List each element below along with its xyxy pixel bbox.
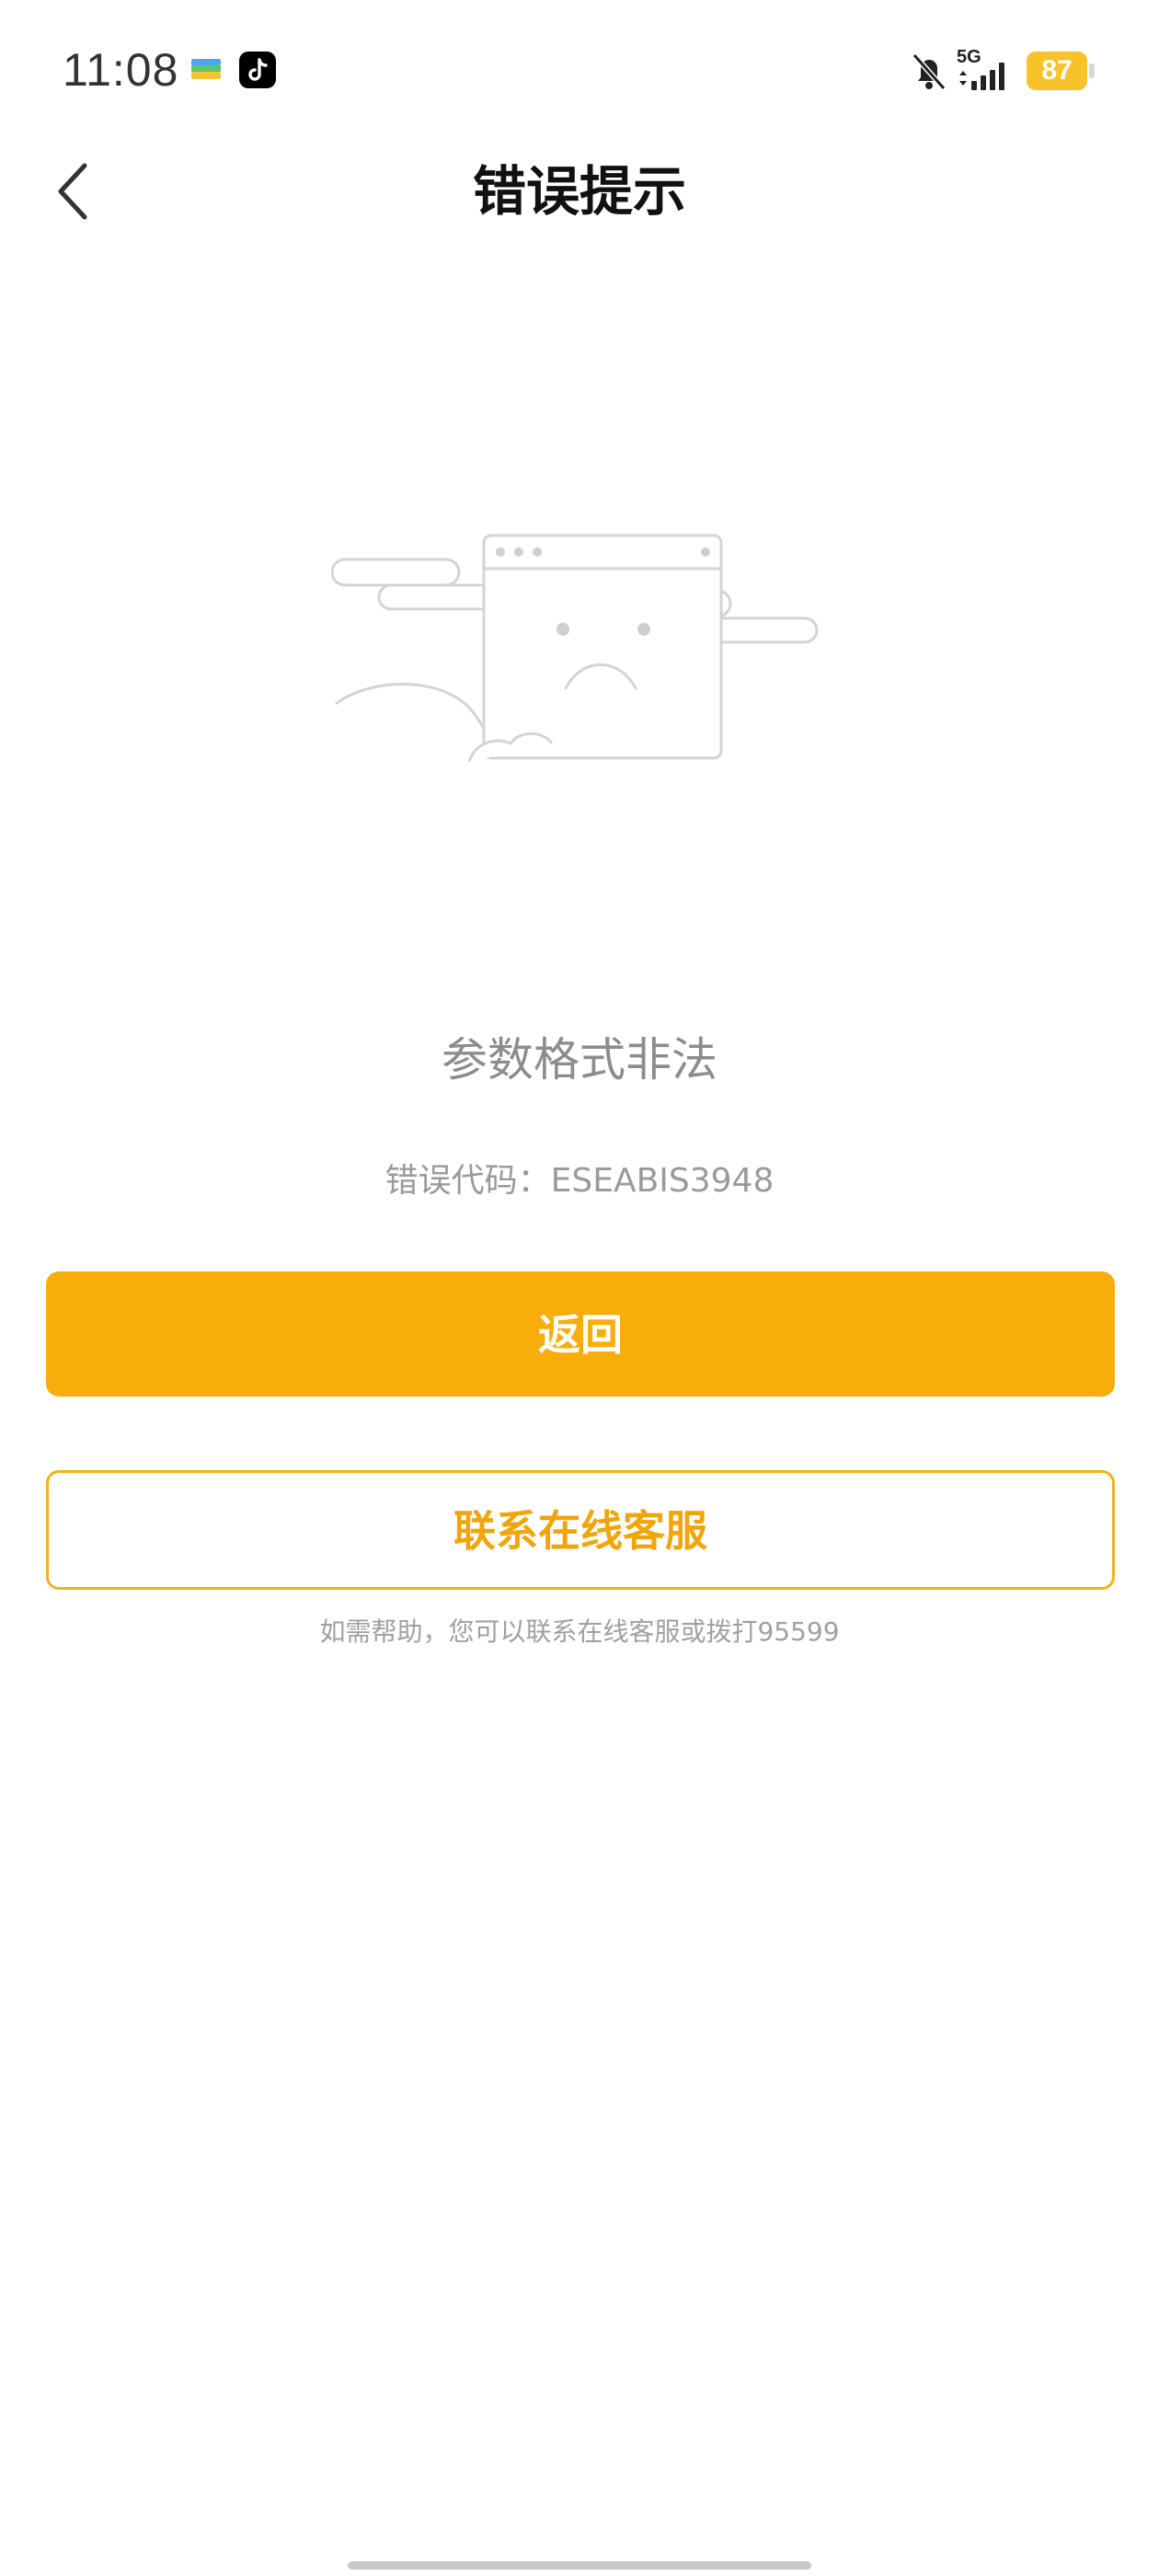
- error-message: 参数格式非法: [442, 1033, 717, 1087]
- error-code: 错误代码：ESEABIS3948: [384, 1162, 775, 1200]
- status-bar: 11:08 5G 87: [0, 0, 1159, 147]
- status-time: 11:08: [63, 44, 179, 96]
- battery-icon: 87: [1027, 52, 1095, 90]
- nav-bar: 错误提示: [0, 147, 1159, 236]
- contact-support-button[interactable]: 联系在线客服: [46, 1470, 1115, 1590]
- page-title: 错误提示: [472, 160, 686, 223]
- chevron-left-icon: [58, 163, 87, 220]
- help-text: 如需帮助，您可以联系在线客服或拨打95599: [319, 1616, 840, 1647]
- return-button[interactable]: 返回: [46, 1271, 1115, 1397]
- back-button[interactable]: [37, 155, 110, 228]
- battery-level: 87: [1027, 52, 1087, 90]
- home-indicator[interactable]: [348, 2561, 811, 2570]
- signal-icon: [959, 63, 1004, 90]
- bell-mute-icon: [912, 53, 947, 90]
- wallet-app-icon: [191, 59, 221, 79]
- sad-browser-window-icon: [331, 534, 819, 763]
- tiktok-app-icon: [239, 52, 276, 88]
